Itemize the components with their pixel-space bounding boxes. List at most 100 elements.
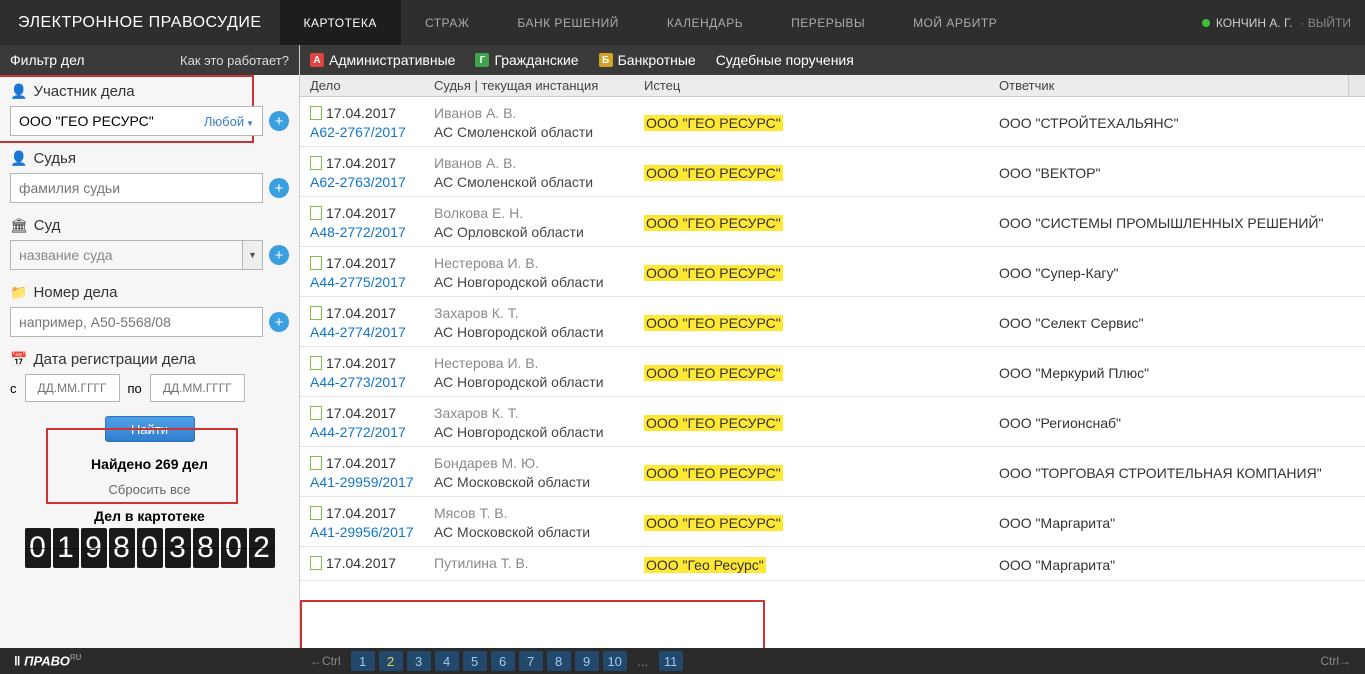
case-number-link[interactable]: А44-2773/2017	[310, 374, 406, 390]
pager-page[interactable]: 1	[351, 651, 375, 671]
user-name[interactable]: КОНЧИН А. Г.	[1216, 16, 1293, 30]
row-defendant: ООО "СТРОЙТЕХАЛЬЯНС"	[999, 105, 1348, 140]
sidebar-header: Фильтр дел Как это работает?	[0, 45, 299, 75]
nav-tab-5[interactable]: МОЙ АРБИТР	[889, 0, 1021, 45]
grid-header: Дело Судья | текущая инстанция Истец Отв…	[300, 75, 1365, 97]
filter-judge: 👤Судья +	[10, 150, 289, 203]
row-date: 17.04.2017	[326, 105, 396, 121]
header-judge[interactable]: Судья | текущая инстанция	[434, 75, 644, 96]
row-defendant: ООО "ТОРГОВАЯ СТРОИТЕЛЬНАЯ КОМПАНИЯ"	[999, 455, 1348, 490]
pager-page[interactable]: 8	[547, 651, 571, 671]
participant-add-button[interactable]: +	[269, 111, 289, 131]
how-it-works-link[interactable]: Как это работает?	[180, 53, 289, 68]
nav-tab-2[interactable]: БАНК РЕШЕНИЙ	[493, 0, 643, 45]
case-number-link[interactable]: А41-29956/2017	[310, 524, 414, 540]
type-bank[interactable]: ББанкротные	[599, 52, 696, 68]
row-court: АС Новгородской области	[434, 374, 604, 390]
pager-page[interactable]: 10	[603, 651, 627, 671]
filter-court: 🏛Суд название суда ▼ +	[10, 217, 289, 270]
nav-tab-0[interactable]: КАРТОТЕКА	[280, 0, 401, 45]
pager-page[interactable]: 9	[575, 651, 599, 671]
pager-page[interactable]: 5	[463, 651, 487, 671]
row-judge: Путилина Т. В.	[434, 555, 529, 571]
doc-icon	[310, 206, 322, 220]
row-plaintiff: ООО "ГЕО РЕСУРС"	[644, 115, 783, 131]
table-row[interactable]: 17.04.2017 Путилина Т. В. ООО "Гео Ресурс"…	[300, 547, 1365, 581]
row-plaintiff: ООО "ГЕО РЕСУРС"	[644, 265, 783, 281]
reg-label: Дата регистрации дела	[33, 351, 195, 368]
logout-link[interactable]: · ВЫЙТИ	[1300, 16, 1351, 30]
table-row[interactable]: 17.04.2017А44-2775/2017Нестерова И. В.АС…	[300, 247, 1365, 297]
row-judge: Захаров К. Т.	[434, 305, 519, 321]
row-date: 17.04.2017	[326, 555, 396, 571]
pager-page[interactable]: 11	[659, 651, 683, 671]
case-number-link[interactable]: А44-2775/2017	[310, 274, 406, 290]
judge-icon: 👤	[10, 150, 27, 167]
chevron-down-icon[interactable]: ▼	[242, 241, 262, 269]
case-number-link[interactable]: А44-2772/2017	[310, 424, 406, 440]
type-assign[interactable]: Судебные поручения	[716, 52, 854, 68]
court-select[interactable]: название суда ▼	[10, 240, 263, 270]
nav-tab-4[interactable]: ПЕРЕРЫВЫ	[767, 0, 889, 45]
participant-input[interactable]	[19, 113, 204, 129]
counter-digit: 2	[249, 528, 275, 568]
doc-icon	[310, 356, 322, 370]
content: ААдминистративные ГГражданские ББанкротн…	[300, 45, 1365, 648]
case-number-link[interactable]: А41-29959/2017	[310, 474, 414, 490]
row-judge: Иванов А. В.	[434, 155, 516, 171]
counter-digit: 9	[81, 528, 107, 568]
date-to-input[interactable]	[150, 374, 245, 402]
pager-next[interactable]: Ctrl→	[1320, 654, 1365, 668]
table-row[interactable]: 17.04.2017А48-2772/2017Волкова Е. Н.АС О…	[300, 197, 1365, 247]
row-date: 17.04.2017	[326, 255, 396, 271]
case-number-link[interactable]: А48-2772/2017	[310, 224, 406, 240]
pager-page[interactable]: 7	[519, 651, 543, 671]
table-row[interactable]: 17.04.2017А41-29956/2017Мясов Т. В.АС Мо…	[300, 497, 1365, 547]
date-from-input[interactable]	[25, 374, 120, 402]
case-number-link[interactable]: А62-2767/2017	[310, 124, 406, 140]
doc-icon	[310, 556, 322, 570]
pager-page[interactable]: 6	[491, 651, 515, 671]
case-add-button[interactable]: +	[269, 312, 289, 332]
type-admin[interactable]: ААдминистративные	[310, 52, 455, 68]
pager-page[interactable]: 2	[379, 651, 403, 671]
calendar-icon: 📅	[10, 351, 27, 368]
table-row[interactable]: 17.04.2017А44-2772/2017Захаров К. Т.АС Н…	[300, 397, 1365, 447]
nav-tab-3[interactable]: КАЛЕНДАРЬ	[643, 0, 767, 45]
case-type-row: ААдминистративные ГГражданские ББанкротн…	[300, 45, 1365, 75]
row-defendant: ООО "Маргарита"	[999, 505, 1348, 540]
row-plaintiff: ООО "Гео Ресурс"	[644, 557, 766, 573]
header-plaintiff[interactable]: Истец	[644, 75, 999, 96]
judge-add-button[interactable]: +	[269, 178, 289, 198]
judge-input[interactable]	[19, 180, 254, 196]
pager-page[interactable]: 4	[435, 651, 459, 671]
row-defendant: ООО "Супер-Кагу"	[999, 255, 1348, 290]
court-icon: 🏛	[10, 217, 28, 234]
pager-prev[interactable]: ←Ctrl	[310, 654, 341, 668]
date-to-label: по	[128, 381, 142, 396]
row-defendant: ООО "Меркурий Плюс"	[999, 355, 1348, 390]
nav-tab-1[interactable]: СТРАЖ	[401, 0, 493, 45]
court-add-button[interactable]: +	[269, 245, 289, 265]
row-defendant: ООО "Маргарита"	[999, 555, 1348, 574]
table-row[interactable]: 17.04.2017А62-2763/2017Иванов А. В.АС См…	[300, 147, 1365, 197]
case-number-link[interactable]: А62-2763/2017	[310, 174, 406, 190]
table-row[interactable]: 17.04.2017А62-2767/2017Иванов А. В.АС См…	[300, 97, 1365, 147]
table-row[interactable]: 17.04.2017А44-2774/2017Захаров К. Т.АС Н…	[300, 297, 1365, 347]
counter-digit: 8	[109, 528, 135, 568]
participant-any[interactable]: Любой	[204, 114, 254, 129]
row-judge: Захаров К. Т.	[434, 405, 519, 421]
row-date: 17.04.2017	[326, 405, 396, 421]
table-row[interactable]: 17.04.2017А44-2773/2017Нестерова И. В.АС…	[300, 347, 1365, 397]
case-input[interactable]	[19, 314, 254, 330]
type-civil[interactable]: ГГражданские	[475, 52, 578, 68]
scrollbar-track[interactable]	[1348, 75, 1365, 96]
case-number-link[interactable]: А44-2774/2017	[310, 324, 406, 340]
filter-reg-date: 📅Дата регистрации дела с по	[10, 351, 289, 402]
app-logo: ЭЛЕКТРОННОЕ ПРАВОСУДИЕ	[0, 14, 280, 32]
header-defendant[interactable]: Ответчик	[999, 75, 1348, 96]
header-case[interactable]: Дело	[300, 75, 434, 96]
table-row[interactable]: 17.04.2017А41-29959/2017Бондарев М. Ю.АС…	[300, 447, 1365, 497]
pager-page[interactable]: 3	[407, 651, 431, 671]
row-judge: Нестерова И. В.	[434, 355, 539, 371]
